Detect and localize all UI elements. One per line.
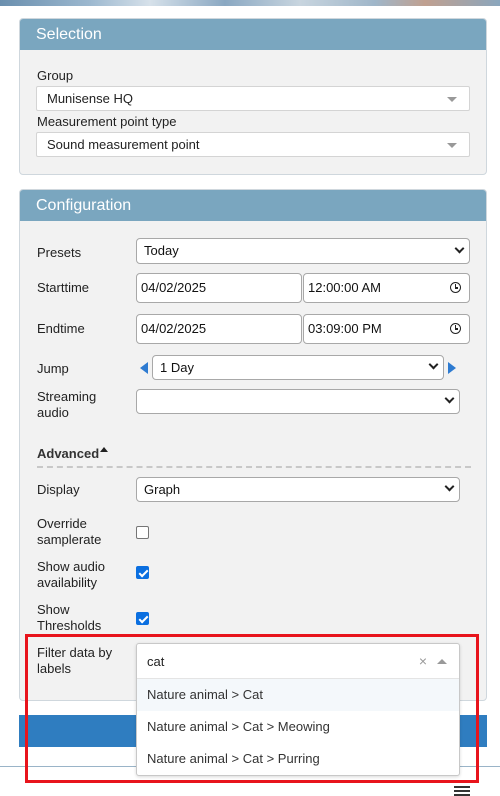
presets-label: Presets xyxy=(37,245,82,260)
show-audio-availability-checkbox[interactable] xyxy=(136,566,149,579)
display-label: Display xyxy=(37,482,80,497)
group-label: Group xyxy=(37,68,74,83)
measurement-point-type-value: Sound measurement point xyxy=(47,137,200,152)
jump-label: Jump xyxy=(37,361,69,376)
display-select[interactable]: Graph xyxy=(136,477,460,502)
show-thresholds-label-line1: Show xyxy=(37,602,70,617)
override-samplerate-label-line1: Override xyxy=(37,516,87,531)
chevron-down-icon xyxy=(447,143,457,148)
configuration-panel-title: Configuration xyxy=(20,190,486,221)
start-time-value: 12:00:00 AM xyxy=(308,280,381,295)
measurement-point-type-label: Measurement point type xyxy=(37,114,177,129)
jump-select-value: 1 Day xyxy=(160,360,194,375)
start-date-value: 04/02/2025 xyxy=(141,280,207,295)
show-audio-label-line1: Show audio xyxy=(37,559,105,574)
selection-panel: Selection Group Munisense HQ Measurement… xyxy=(19,18,487,175)
display-select-value: Graph xyxy=(144,482,181,497)
show-audio-label-line2: availability xyxy=(37,575,97,590)
presets-select-value: Today xyxy=(144,243,179,258)
streaming-audio-label: Streaming audio xyxy=(37,389,96,421)
jump-back-arrow-icon[interactable] xyxy=(140,362,148,374)
advanced-label: Advanced xyxy=(37,446,100,461)
show-audio-availability-label: Show audio availability xyxy=(37,559,105,591)
chevron-down-icon xyxy=(428,359,439,370)
starttime-label: Starttime xyxy=(37,280,90,295)
show-thresholds-checkbox[interactable] xyxy=(136,612,149,625)
streaming-audio-label-line1: Streaming xyxy=(37,389,97,404)
chevron-down-icon xyxy=(444,481,455,492)
start-time-input[interactable]: 12:00:00 AM xyxy=(303,273,470,303)
end-time-value: 03:09:00 PM xyxy=(308,321,382,336)
menu-icon[interactable] xyxy=(454,786,470,796)
configuration-panel: Configuration Presets Today Starttime 04… xyxy=(19,189,487,701)
clock-icon[interactable] xyxy=(450,282,461,293)
override-samplerate-checkbox[interactable] xyxy=(136,526,149,539)
show-thresholds-label-line2: Thresholds xyxy=(37,618,102,633)
measurement-point-type-select[interactable]: Sound measurement point xyxy=(36,132,470,157)
streaming-audio-select[interactable] xyxy=(136,389,460,414)
chevron-down-icon xyxy=(444,393,455,404)
end-time-input[interactable]: 03:09:00 PM xyxy=(303,314,470,344)
caret-up-icon xyxy=(100,447,108,452)
override-samplerate-label: Override samplerate xyxy=(37,516,101,548)
selection-panel-title: Selection xyxy=(20,19,486,50)
advanced-toggle[interactable]: Advanced xyxy=(37,446,99,461)
header-banner-strip xyxy=(0,0,500,6)
jump-select[interactable]: 1 Day xyxy=(152,355,444,380)
highlight-annotation-frame xyxy=(25,634,479,783)
streaming-audio-label-line2: audio xyxy=(37,405,69,420)
clock-icon[interactable] xyxy=(450,323,461,334)
chevron-down-icon xyxy=(447,97,457,102)
show-thresholds-label: Show Thresholds xyxy=(37,602,101,634)
end-date-value: 04/02/2025 xyxy=(141,321,207,336)
end-date-input[interactable]: 04/02/2025 xyxy=(136,314,302,344)
override-samplerate-label-line2: samplerate xyxy=(37,532,102,547)
chevron-down-icon xyxy=(454,243,465,254)
group-select-value: Munisense HQ xyxy=(47,91,133,106)
start-date-input[interactable]: 04/02/2025 xyxy=(136,273,302,303)
group-select[interactable]: Munisense HQ xyxy=(36,86,470,111)
presets-select[interactable]: Today xyxy=(136,238,470,264)
endtime-label: Endtime xyxy=(37,321,85,336)
jump-forward-arrow-icon[interactable] xyxy=(448,362,456,374)
advanced-divider xyxy=(37,466,471,468)
